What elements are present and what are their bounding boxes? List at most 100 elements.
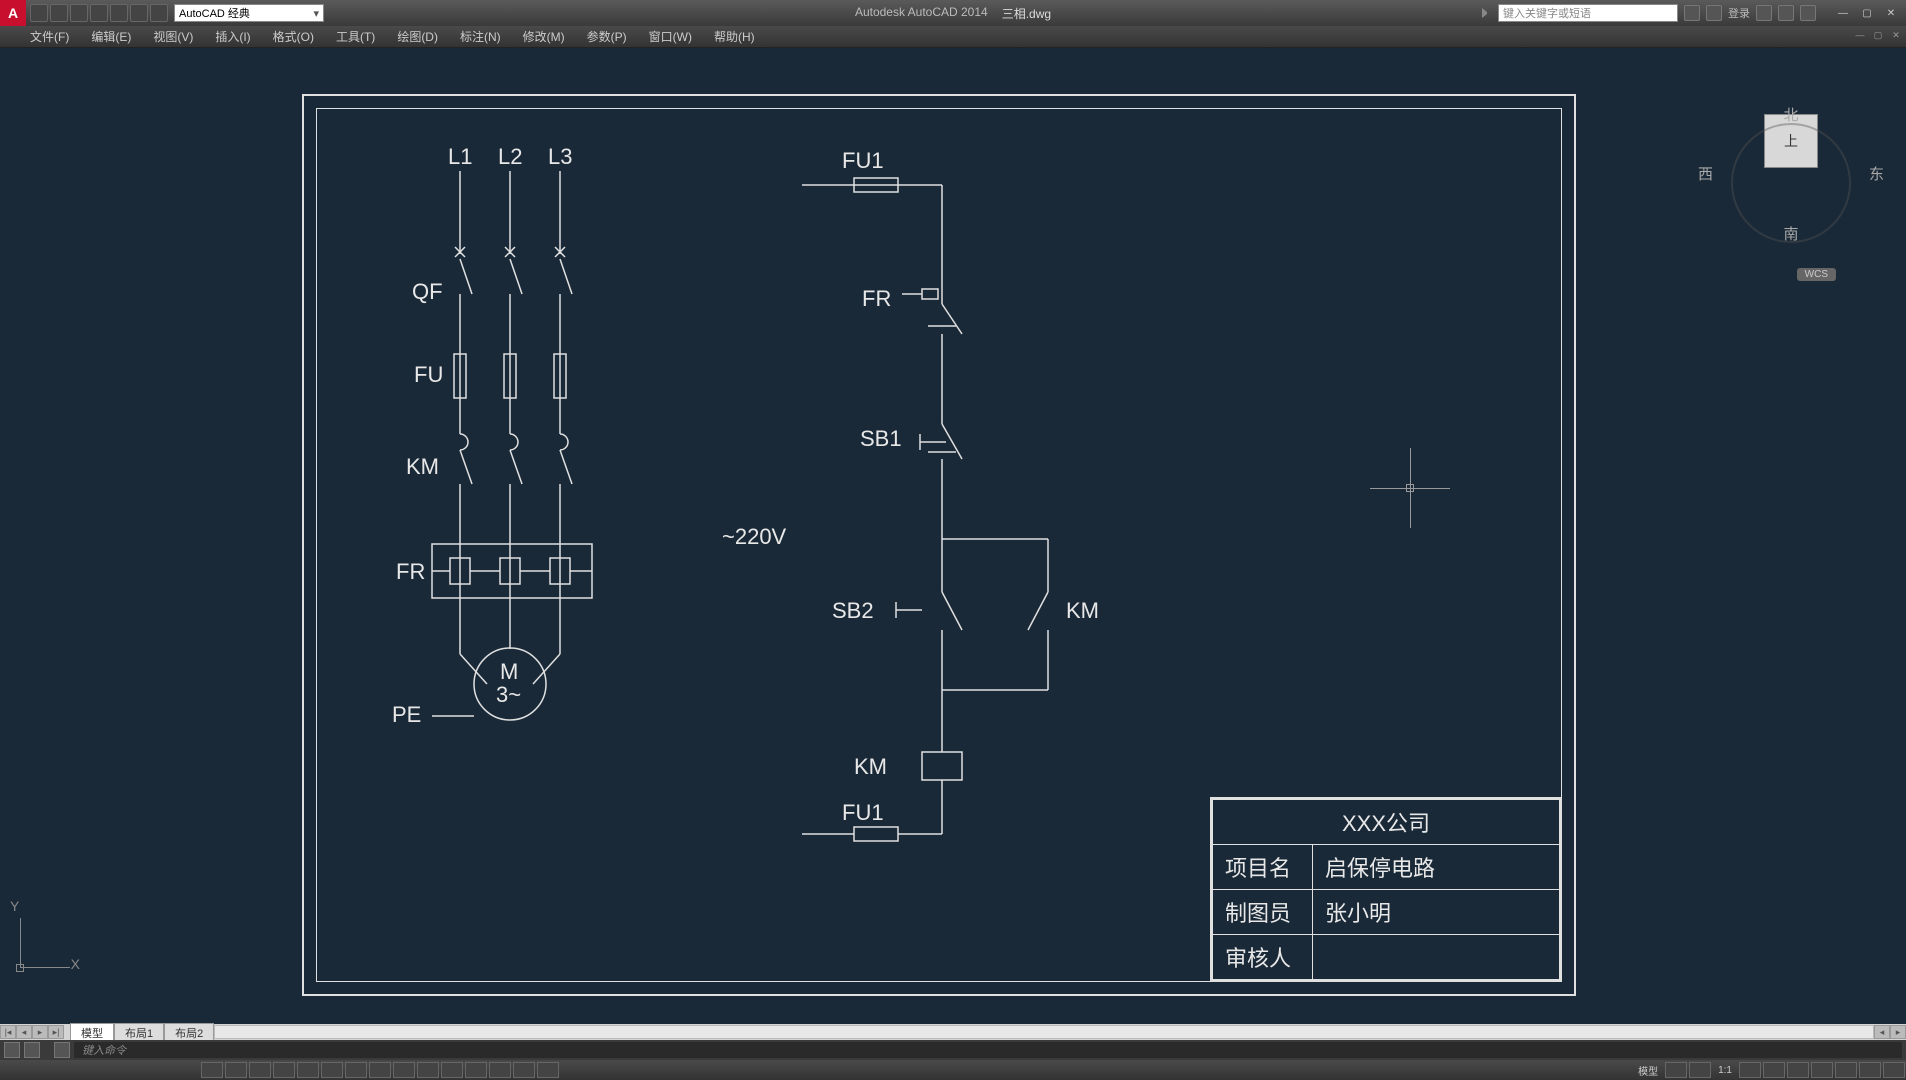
svg-text:L1: L1 (448, 144, 472, 169)
status-annovis-icon[interactable] (1763, 1062, 1785, 1078)
hscroll-right-icon[interactable]: ▸ (1890, 1025, 1906, 1039)
dyn-toggle[interactable] (393, 1062, 415, 1078)
viewcube-north[interactable]: 北 (1716, 104, 1866, 125)
ortho-toggle[interactable] (249, 1062, 271, 1078)
svg-text:FU1: FU1 (842, 148, 884, 173)
menu-bar: 文件(F) 编辑(E) 视图(V) 插入(I) 格式(O) 工具(T) 绘图(D… (0, 26, 1906, 48)
viewcube-east[interactable]: 东 (1869, 163, 1884, 184)
app-icon[interactable]: A (0, 0, 26, 26)
user-icon[interactable] (1706, 5, 1722, 21)
menu-format[interactable]: 格式(O) (273, 28, 314, 45)
minimize-button[interactable]: — (1832, 4, 1854, 22)
svg-text:FR: FR (862, 286, 891, 311)
search-input[interactable]: 键入关键字或短语 (1498, 4, 1678, 22)
tab-last-icon[interactable]: ▸| (48, 1025, 64, 1039)
tpy-toggle[interactable] (441, 1062, 463, 1078)
doc-restore-icon[interactable]: ▢ (1870, 28, 1886, 42)
tab-prev-icon[interactable]: ◂ (16, 1025, 32, 1039)
sc-toggle[interactable] (489, 1062, 511, 1078)
menu-dimension[interactable]: 标注(N) (460, 28, 501, 45)
svg-text:SB1: SB1 (860, 426, 902, 451)
status-isolate-icon[interactable] (1859, 1062, 1881, 1078)
search-arrow-icon[interactable] (1482, 8, 1492, 18)
cmd-prompt-icon[interactable] (54, 1042, 70, 1058)
qat-redo-icon[interactable] (150, 4, 168, 22)
tab-layout2[interactable]: 布局2 (164, 1023, 214, 1042)
cmd-close-icon[interactable] (4, 1042, 20, 1058)
menu-window[interactable]: 窗口(W) (649, 28, 692, 45)
viewcube-west[interactable]: 西 (1698, 163, 1713, 184)
tb-project-label: 项目名 (1213, 845, 1313, 890)
menu-insert[interactable]: 插入(I) (215, 28, 250, 45)
menu-modify[interactable]: 修改(M) (523, 28, 565, 45)
menu-edit[interactable]: 编辑(E) (91, 28, 131, 45)
tb-drafter-label: 制图员 (1213, 890, 1313, 935)
status-snap-icon[interactable] (1689, 1062, 1711, 1078)
qat-new-icon[interactable] (30, 4, 48, 22)
status-lock-icon[interactable] (1811, 1062, 1833, 1078)
svg-text:SB2: SB2 (832, 598, 874, 623)
doc-minimize-icon[interactable]: — (1852, 28, 1868, 42)
osnap-toggle[interactable] (297, 1062, 319, 1078)
grid-toggle[interactable] (225, 1062, 247, 1078)
polar-toggle[interactable] (273, 1062, 295, 1078)
lwt-toggle[interactable] (417, 1062, 439, 1078)
doc-close-icon[interactable]: ✕ (1888, 28, 1904, 42)
command-bar: 键入命令 (0, 1040, 1906, 1060)
svg-text:PE: PE (392, 702, 421, 727)
drawing-canvas[interactable]: L1L2L3 QF FU KM FR (0, 48, 1906, 1028)
am-toggle[interactable] (513, 1062, 535, 1078)
qat-open-icon[interactable] (50, 4, 68, 22)
tab-model[interactable]: 模型 (70, 1023, 114, 1042)
status-annoscale-icon[interactable] (1739, 1062, 1761, 1078)
qat-print-icon[interactable] (110, 4, 128, 22)
menu-parametric[interactable]: 参数(P) (587, 28, 627, 45)
exchange-icon[interactable] (1756, 5, 1772, 21)
status-hw-icon[interactable] (1835, 1062, 1857, 1078)
status-grid-icon[interactable] (1665, 1062, 1687, 1078)
cloud-icon[interactable] (1778, 5, 1794, 21)
hscroll-track[interactable] (214, 1025, 1874, 1039)
qat-saveas-icon[interactable] (90, 4, 108, 22)
cmd-options-icon[interactable] (24, 1042, 40, 1058)
svg-text:KM: KM (1066, 598, 1099, 623)
menu-tools[interactable]: 工具(T) (336, 28, 375, 45)
product-name: Autodesk AutoCAD 2014 (855, 5, 988, 22)
close-button[interactable]: ✕ (1880, 4, 1902, 22)
ducs-toggle[interactable] (369, 1062, 391, 1078)
signin-link[interactable]: 登录 (1728, 5, 1750, 21)
tb-project-value: 启保停电路 (1313, 845, 1560, 890)
menu-file[interactable]: 文件(F) (30, 28, 69, 45)
status-clean-icon[interactable] (1883, 1062, 1905, 1078)
extra-toggle[interactable] (537, 1062, 559, 1078)
doc-window-controls: — ▢ ✕ (1852, 28, 1904, 42)
menu-help[interactable]: 帮助(H) (714, 28, 755, 45)
menu-view[interactable]: 视图(V) (153, 28, 193, 45)
wcs-badge[interactable]: WCS (1797, 268, 1836, 281)
tab-first-icon[interactable]: |◂ (0, 1025, 16, 1039)
command-input[interactable]: 键入命令 (74, 1042, 1902, 1058)
drafting-toggles (200, 1062, 560, 1078)
maximize-button[interactable]: ▢ (1856, 4, 1878, 22)
3dosnap-toggle[interactable] (321, 1062, 343, 1078)
qp-toggle[interactable] (465, 1062, 487, 1078)
qat-save-icon[interactable] (70, 4, 88, 22)
svg-text:QF: QF (412, 279, 443, 304)
tab-layout1[interactable]: 布局1 (114, 1023, 164, 1042)
tb-reviewer-label: 审核人 (1213, 935, 1313, 980)
qat-undo-icon[interactable] (130, 4, 148, 22)
viewcube-south[interactable]: 南 (1716, 223, 1866, 244)
tab-next-icon[interactable]: ▸ (32, 1025, 48, 1039)
svg-text:FU1: FU1 (842, 800, 884, 825)
workspace-dropdown[interactable]: AutoCAD 经典 (174, 4, 324, 22)
status-ws-icon[interactable] (1787, 1062, 1809, 1078)
status-scale[interactable]: 1:1 (1712, 1065, 1738, 1076)
status-model[interactable]: 模型 (1632, 1063, 1664, 1078)
viewcube[interactable]: 北 南 西 东 上 (1716, 108, 1866, 258)
otrack-toggle[interactable] (345, 1062, 367, 1078)
search-icon[interactable] (1684, 5, 1700, 21)
hscroll-left-icon[interactable]: ◂ (1874, 1025, 1890, 1039)
menu-draw[interactable]: 绘图(D) (397, 28, 438, 45)
help-icon[interactable] (1800, 5, 1816, 21)
snap-toggle[interactable] (201, 1062, 223, 1078)
